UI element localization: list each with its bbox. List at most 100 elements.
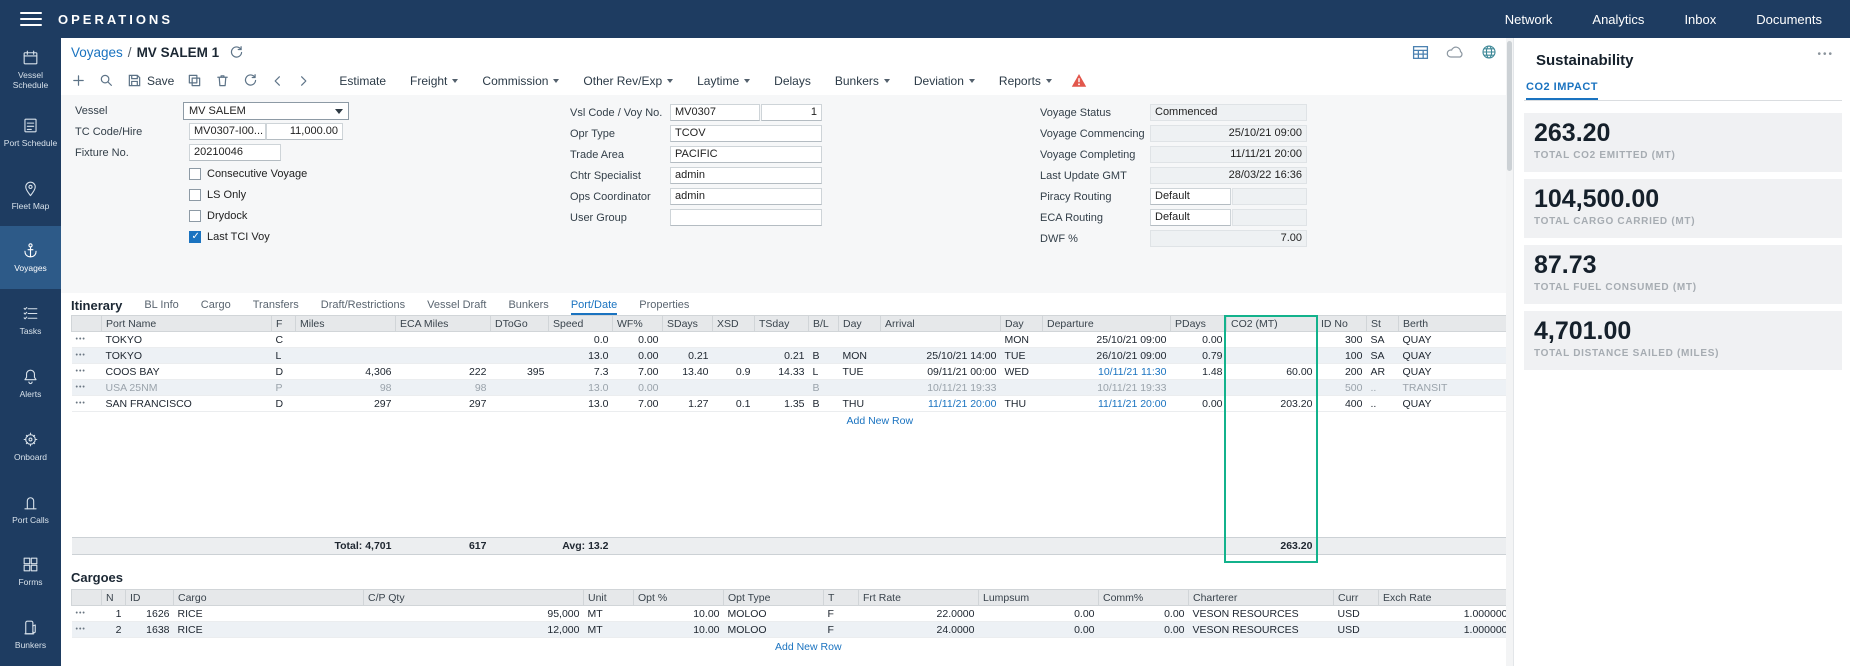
voy-no-field[interactable]: 1 <box>761 104 822 121</box>
dwf-field[interactable]: 7.00 <box>1150 230 1307 247</box>
tab-port-date[interactable]: Port/Date <box>571 299 617 315</box>
laytime-menu-button[interactable]: Laytime <box>697 74 750 88</box>
itinerary-empty-space: Add New Row <box>72 412 1512 538</box>
cloud-sync-icon[interactable] <box>1446 45 1464 59</box>
main-scrollbar[interactable] <box>1506 38 1513 666</box>
tc-code-hire-label: TC Code/Hire <box>75 126 142 138</box>
sidebar-item-fleet-map[interactable]: Fleet Map <box>0 164 61 227</box>
drydock-checkbox[interactable]: Drydock <box>189 210 247 222</box>
search-icon[interactable] <box>99 73 114 88</box>
forward-icon[interactable] <box>297 74 310 88</box>
commission-menu-button[interactable]: Commission <box>482 74 559 88</box>
eca-routing-field-2[interactable] <box>1232 209 1307 226</box>
tab-draft-restrictions[interactable]: Draft/Restrictions <box>321 299 405 315</box>
sidebar-item-voyages[interactable]: Voyages <box>0 226 61 289</box>
cell-frt-rate: 24.0000 <box>859 622 979 638</box>
estimate-button[interactable]: Estimate <box>339 74 386 88</box>
sidebar-item-port-calls[interactable]: Port Calls <box>0 478 61 541</box>
sidebar-item-vessel-schedule[interactable]: Vessel Schedule <box>0 38 61 101</box>
sustainability-tabs: CO2 IMPACT <box>1524 81 1842 101</box>
cell-departure-link[interactable]: 10/11/21 11:30 <box>1043 364 1171 380</box>
col-wf: WF% <box>613 316 663 332</box>
sync-icon[interactable] <box>229 45 244 60</box>
save-button[interactable]: Save <box>127 73 174 88</box>
cell-departure: 25/10/21 09:00 <box>1043 332 1171 348</box>
eca-routing-field[interactable]: Default <box>1150 209 1231 226</box>
copy-icon[interactable] <box>187 73 202 88</box>
breadcrumb-voyages-link[interactable]: Voyages <box>71 45 123 60</box>
nav-documents[interactable]: Documents <box>1756 12 1822 27</box>
sidebar-item-onboard[interactable]: Onboard <box>0 415 61 478</box>
hamburger-menu-icon[interactable] <box>20 12 42 26</box>
panel-menu-icon[interactable] <box>1817 48 1834 60</box>
sidebar-item-bunkers[interactable]: Bunkers <box>0 603 61 666</box>
row-menu-icon[interactable] <box>72 364 102 380</box>
scrollbar-thumb[interactable] <box>1507 41 1512 171</box>
tab-properties[interactable]: Properties <box>639 299 689 315</box>
tab-transfers[interactable]: Transfers <box>253 299 299 315</box>
table-grid-icon[interactable] <box>1412 45 1429 60</box>
ops-coordinator-field[interactable]: admin <box>670 188 822 205</box>
sidebar-item-forms[interactable]: Forms <box>0 540 61 603</box>
nav-analytics[interactable]: Analytics <box>1592 12 1644 27</box>
tab-bunkers[interactable]: Bunkers <box>508 299 548 315</box>
opr-type-field[interactable]: TCOV <box>670 125 822 142</box>
back-icon[interactable] <box>271 74 284 88</box>
cell-arrival-day: MON <box>839 348 881 364</box>
eca-routing-label: ECA Routing <box>1040 212 1103 224</box>
cargoes-add-new-row-link[interactable]: Add New Row <box>775 641 842 653</box>
col-arrival: Arrival <box>881 316 1001 332</box>
delete-icon[interactable] <box>215 73 230 88</box>
tc-code-field[interactable]: MV0307-I00... <box>189 123 266 140</box>
sidebar-item-tasks[interactable]: Tasks <box>0 289 61 352</box>
trade-area-field[interactable]: PACIFIC <box>670 146 822 163</box>
deviation-menu-button[interactable]: Deviation <box>914 74 975 88</box>
tab-cargo[interactable]: Cargo <box>201 299 231 315</box>
nav-network[interactable]: Network <box>1505 12 1553 27</box>
voyage-completing-field[interactable]: 11/11/21 20:00 <box>1150 146 1307 163</box>
tab-bl-info[interactable]: BL Info <box>144 299 178 315</box>
sidebar-item-alerts[interactable]: Alerts <box>0 352 61 415</box>
sidebar-item-port-schedule[interactable]: Port Schedule <box>0 101 61 164</box>
itinerary-add-new-row-link[interactable]: Add New Row <box>847 415 914 427</box>
tab-vessel-draft[interactable]: Vessel Draft <box>427 299 486 315</box>
vessel-select[interactable]: MV SALEM <box>183 102 349 120</box>
nav-inbox[interactable]: Inbox <box>1684 12 1716 27</box>
fixture-no-field[interactable]: 20210046 <box>189 144 281 161</box>
bunkers-menu-button[interactable]: Bunkers <box>835 74 890 88</box>
user-group-field[interactable] <box>670 209 822 226</box>
tc-hire-field[interactable]: 11,000.00 <box>266 123 343 140</box>
freight-menu-button[interactable]: Freight <box>410 74 458 88</box>
piracy-routing-field[interactable]: Default <box>1150 188 1231 205</box>
validation-warning-icon[interactable] <box>1071 73 1087 88</box>
consecutive-voyage-checkbox[interactable]: Consecutive Voyage <box>189 168 307 180</box>
row-menu-icon[interactable] <box>72 348 102 364</box>
voyage-commencing-field[interactable]: 25/10/21 09:00 <box>1150 125 1307 142</box>
cargoes-grid: N ID Cargo C/P Qty Unit Opt % Opt Type T… <box>71 589 1513 638</box>
chtr-specialist-field[interactable]: admin <box>670 167 822 184</box>
tab-co2-impact[interactable]: CO2 IMPACT <box>1526 81 1598 100</box>
cell-pdays: 0.00 <box>1171 396 1227 412</box>
col-eca-miles: ECA Miles <box>396 316 491 332</box>
ls-only-checkbox[interactable]: LS Only <box>189 189 246 201</box>
last-tci-voy-checkbox[interactable]: Last TCI Voy <box>189 231 270 243</box>
globe-icon[interactable] <box>1481 44 1497 60</box>
row-menu-icon[interactable] <box>72 606 102 622</box>
cell-arrival-link[interactable]: 11/11/21 20:00 <box>881 396 1001 412</box>
row-menu-icon[interactable] <box>72 380 102 396</box>
row-menu-icon[interactable] <box>72 332 102 348</box>
piracy-routing-field-2[interactable] <box>1232 188 1307 205</box>
vsl-code-field[interactable]: MV0307 <box>670 104 760 121</box>
cell-opt-pct: 10.00 <box>634 606 724 622</box>
delays-button[interactable]: Delays <box>774 74 811 88</box>
refresh-icon[interactable] <box>243 73 258 88</box>
row-menu-icon[interactable] <box>72 396 102 412</box>
cargo-row: 2 1638 RICE 12,000 MT 10.00 MOLOO F 24.0… <box>72 622 1512 638</box>
reports-menu-button[interactable]: Reports <box>999 74 1052 88</box>
row-menu-icon[interactable] <box>72 622 102 638</box>
chevron-down-icon <box>335 109 343 114</box>
other-rev-exp-menu-button[interactable]: Other Rev/Exp <box>583 74 673 88</box>
cell-arrival <box>881 332 1001 348</box>
cell-departure-link[interactable]: 11/11/21 20:00 <box>1043 396 1171 412</box>
add-icon[interactable] <box>71 73 86 88</box>
